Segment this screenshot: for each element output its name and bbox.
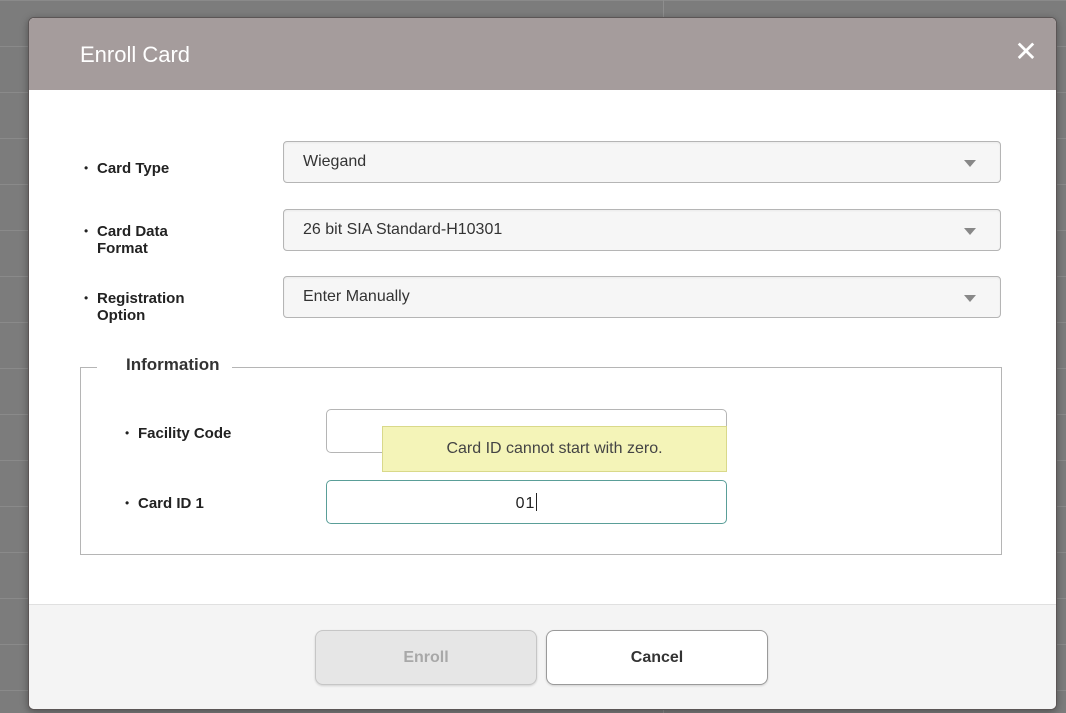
- facility-code-label: • Facility Code: [125, 425, 232, 442]
- card-data-format-label: • Card Data Format: [84, 223, 168, 257]
- dropdown-caret-icon: [964, 160, 976, 167]
- information-legend: Information: [97, 355, 232, 375]
- dropdown-caret-icon: [964, 295, 976, 302]
- dropdown-caret-icon: [964, 228, 976, 235]
- close-icon[interactable]: ✕: [1010, 36, 1042, 68]
- dialog-title: Enroll Card: [80, 42, 191, 67]
- registration-option-label: • Registration Option: [84, 290, 185, 324]
- card-data-format-label-line1: Card Data: [97, 223, 168, 240]
- registration-option-select[interactable]: Enter Manually: [283, 276, 1001, 318]
- dialog-header: Enroll Card ✕: [29, 18, 1056, 90]
- text-cursor: [536, 493, 538, 511]
- card-id-1-label: • Card ID 1: [125, 495, 204, 512]
- card-type-label-text: Card Type: [97, 160, 170, 177]
- card-id-1-value: 01: [515, 495, 536, 512]
- card-data-format-select[interactable]: 26 bit SIA Standard-H10301: [283, 209, 1001, 251]
- card-data-format-label-line2: Format: [97, 240, 148, 257]
- card-id-1-label-text: Card ID 1: [138, 495, 204, 512]
- card-id-1-value-wrap: 01: [327, 493, 726, 513]
- registration-option-label-line1: Registration: [97, 290, 185, 307]
- card-type-label: • Card Type: [84, 160, 170, 177]
- enroll-button[interactable]: Enroll: [315, 630, 537, 685]
- bullet-dot-icon: •: [84, 161, 89, 175]
- bullet-dot-icon: •: [125, 496, 130, 510]
- card-type-select[interactable]: Wiegand: [283, 141, 1001, 183]
- bullet-dot-icon: •: [84, 291, 89, 305]
- bullet-dot-icon: •: [84, 224, 89, 238]
- registration-option-value: Enter Manually: [303, 288, 410, 305]
- card-data-format-value: 26 bit SIA Standard-H10301: [303, 221, 503, 238]
- card-type-value: Wiegand: [303, 153, 367, 170]
- enroll-card-dialog: Enroll Card ✕ • Card Type Wiegand • Card…: [28, 17, 1057, 710]
- facility-code-label-text: Facility Code: [138, 425, 232, 442]
- bullet-dot-icon: •: [125, 426, 130, 440]
- registration-option-label-line2: Option: [97, 307, 146, 324]
- dialog-footer: [29, 604, 1056, 709]
- card-id-1-input[interactable]: 01: [326, 480, 727, 524]
- validation-tooltip: Card ID cannot start with zero.: [382, 426, 727, 472]
- cancel-button[interactable]: Cancel: [546, 630, 768, 685]
